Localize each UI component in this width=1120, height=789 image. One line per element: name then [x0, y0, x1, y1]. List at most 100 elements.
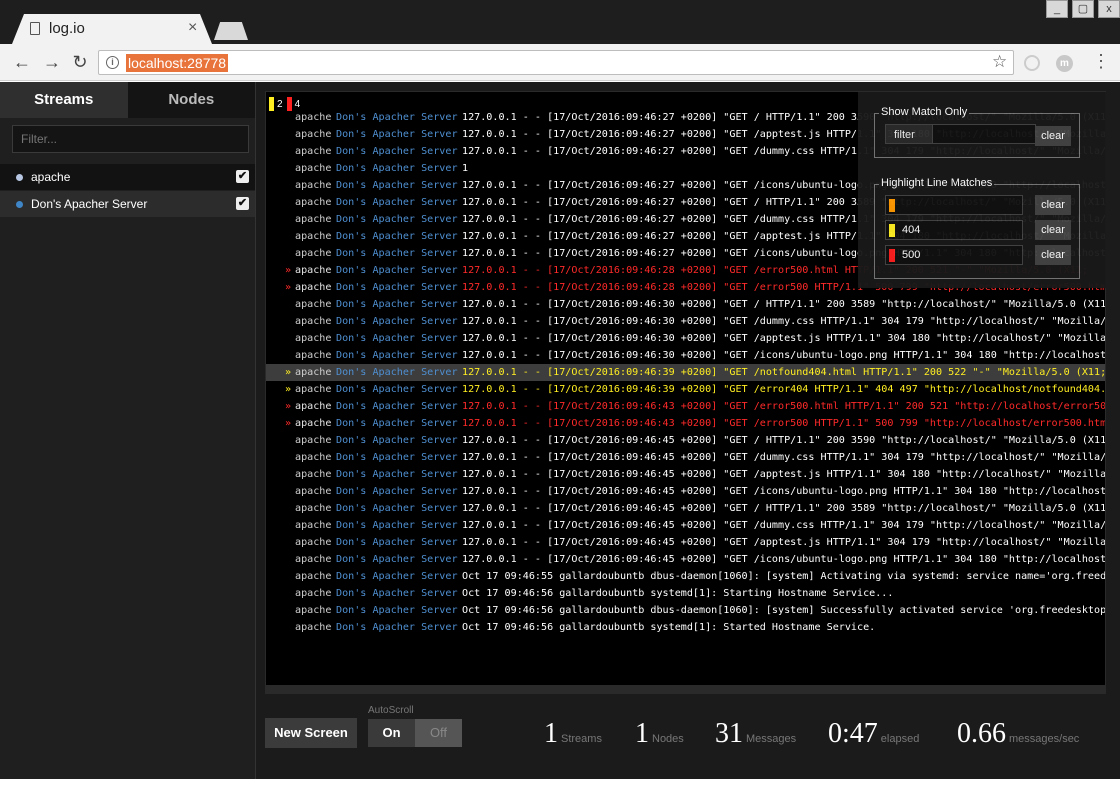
- address-bar[interactable]: i localhost:28778: [98, 50, 1014, 75]
- log-line-message: 127.0.0.1 - - [17/Oct/2016:09:46:30 +020…: [462, 333, 1106, 344]
- log-line-source: apache: [295, 384, 332, 395]
- back-arrow-icon[interactable]: ←: [12, 52, 32, 73]
- extension-icon[interactable]: [1024, 55, 1040, 71]
- highlight-clear-button-red[interactable]: clear: [1035, 245, 1071, 265]
- stat-value: 31: [715, 718, 743, 749]
- tab-close-icon[interactable]: ×: [188, 19, 197, 37]
- log-line-stream: Don's Apacher Server: [336, 333, 458, 344]
- log-line-stream: Don's Apacher Server: [336, 384, 458, 395]
- log-line-source: apache: [295, 520, 332, 531]
- red-swatch: [889, 249, 895, 262]
- autoscroll-toggle[interactable]: On Off: [368, 719, 462, 747]
- info-icon[interactable]: i: [106, 56, 119, 69]
- log-line-source: apache: [295, 112, 332, 123]
- highlight-clear-button-orange[interactable]: clear: [1035, 195, 1071, 215]
- log-line-message: 127.0.0.1 - - [17/Oct/2016:09:46:43 +020…: [462, 418, 1106, 429]
- log-line-stream: Don's Apacher Server: [336, 112, 458, 123]
- reload-icon[interactable]: ↻: [70, 52, 90, 73]
- log-line-stream: Don's Apacher Server: [336, 282, 458, 293]
- maximize-button[interactable]: ▢: [1072, 0, 1094, 18]
- browser-menu-icon[interactable]: ⋮: [1092, 51, 1110, 72]
- stream-item-dons-apacher-server[interactable]: Don's Apacher Server ✔: [0, 191, 255, 217]
- log-line-stream: Don's Apacher Server: [336, 588, 458, 599]
- log-line-marker: »: [285, 367, 292, 378]
- orange-swatch: [889, 199, 895, 212]
- stream-color-dot: [16, 174, 23, 181]
- log-line-source: apache: [295, 486, 332, 497]
- stat-label: Streams: [561, 733, 602, 745]
- browser-tab[interactable]: log.io ×: [12, 14, 212, 44]
- log-line-source: apache: [295, 367, 332, 378]
- log-line: apache Don's Apacher Server Oct 17 09:46:5…: [266, 585, 1105, 602]
- stat-value: 1: [635, 718, 649, 749]
- forward-arrow-icon[interactable]: →: [42, 52, 62, 73]
- log-line-message: 127.0.0.1 - - [17/Oct/2016:09:46:30 +020…: [462, 316, 1106, 327]
- red-match-count: 4: [294, 98, 301, 110]
- stream-filter-input[interactable]: [12, 125, 249, 153]
- log-controls-panel: Show Match Only filter clear Highlight L…: [858, 92, 1106, 288]
- log-line-message: 127.0.0.1 - - [17/Oct/2016:09:46:45 +020…: [462, 503, 1106, 514]
- autoscroll-off-button[interactable]: Off: [415, 719, 462, 747]
- stream-label: Don's Apacher Server: [31, 197, 148, 211]
- extension-m-icon[interactable]: m: [1056, 55, 1073, 72]
- sidebar-tabs: Streams Nodes: [0, 82, 255, 118]
- log-line-source: apache: [295, 231, 332, 242]
- log-line-source: apache: [295, 503, 332, 514]
- highlight-input-orange[interactable]: [885, 195, 1023, 215]
- log-line-source: apache: [295, 316, 332, 327]
- yellow-swatch: [889, 224, 895, 237]
- log-line-source: apache: [295, 418, 332, 429]
- match-filter-field[interactable]: filter: [885, 124, 1036, 144]
- log-line-message: 127.0.0.1 - - [17/Oct/2016:09:46:45 +020…: [462, 554, 1106, 565]
- log-line-message: 127.0.0.1 - - [17/Oct/2016:09:46:45 +020…: [462, 452, 1106, 463]
- log-line-message: 127.0.0.1 - - [17/Oct/2016:09:46:45 +020…: [462, 486, 1106, 497]
- tab-nodes[interactable]: Nodes: [127, 82, 255, 118]
- log-line-message: 127.0.0.1 - - [17/Oct/2016:09:46:45 +020…: [462, 537, 1106, 548]
- log-line: » apache Don's Apacher Server 127.0.0.1 - -…: [266, 364, 1105, 381]
- log-line-source: apache: [295, 299, 332, 310]
- stream-item-apache[interactable]: apache ✔: [0, 164, 255, 190]
- browser-toolbar: ← → ↻ i localhost:28778 ☆ m ⋮: [0, 44, 1120, 81]
- log-line: apache Don's Apacher Server 127.0.0.1 - - …: [266, 330, 1106, 347]
- stream-checkbox[interactable]: ✔: [236, 197, 249, 210]
- log-line: apache Don's Apacher Server 127.0.0.1 - - …: [266, 466, 1105, 483]
- log-line-stream: Don's Apacher Server: [336, 146, 458, 157]
- match-filter-input[interactable]: [932, 124, 1036, 144]
- bookmark-star-icon[interactable]: ☆: [992, 52, 1007, 72]
- url-text[interactable]: localhost:28778: [126, 54, 229, 72]
- logio-app: Streams Nodes apache ✔ Don's Apacher Ser…: [0, 82, 1120, 779]
- log-line-message: Oct 17 09:46:56 gallardoubuntb systemd[1…: [462, 622, 876, 633]
- log-line-stream: Don's Apacher Server: [336, 163, 458, 174]
- stat-value: 1: [544, 718, 558, 749]
- log-line-source: apache: [295, 452, 332, 463]
- log-line: apache Don's Apacher Server Oct 17 09:46:5…: [266, 619, 1105, 636]
- log-line-stream: Don's Apacher Server: [336, 605, 458, 616]
- log-line-source: apache: [295, 163, 332, 174]
- log-line-stream: Don's Apacher Server: [336, 367, 458, 378]
- log-line-marker: »: [285, 265, 292, 276]
- stat-rate: 0.66 messages/sec: [957, 718, 1079, 750]
- log-line-stream: Don's Apacher Server: [336, 214, 458, 225]
- stream-checkbox[interactable]: ✔: [236, 170, 249, 183]
- log-line-source: apache: [295, 622, 332, 633]
- log-line-source: apache: [295, 129, 332, 140]
- new-tab-button[interactable]: [214, 22, 248, 40]
- new-screen-button[interactable]: New Screen: [265, 718, 357, 748]
- window-close-button[interactable]: x: [1098, 0, 1120, 18]
- horizontal-scrollbar[interactable]: [265, 685, 1106, 693]
- log-line-stream: Don's Apacher Server: [336, 401, 458, 412]
- log-line-source: apache: [295, 333, 332, 344]
- log-line-stream: Don's Apacher Server: [336, 537, 458, 548]
- autoscroll-on-button[interactable]: On: [368, 719, 415, 747]
- log-line-message: 127.0.0.1 - - [17/Oct/2016:09:46:39 +020…: [462, 384, 1106, 395]
- highlight-input-red[interactable]: 500: [885, 245, 1023, 265]
- log-line-message: 127.0.0.1 - - [17/Oct/2016:09:46:45 +020…: [462, 520, 1106, 531]
- highlight-clear-button-yellow[interactable]: clear: [1035, 220, 1071, 240]
- minimize-button[interactable]: _: [1046, 0, 1068, 18]
- highlight-input-yellow[interactable]: 404: [885, 220, 1023, 240]
- log-line: apache Don's Apacher Server 127.0.0.1 - - …: [266, 517, 1106, 534]
- tab-streams[interactable]: Streams: [0, 82, 128, 118]
- log-line: » apache Don's Apacher Server 127.0.0.1 - -…: [266, 381, 1106, 398]
- log-line-stream: Don's Apacher Server: [336, 622, 458, 633]
- match-filter-clear-button[interactable]: clear: [1035, 126, 1071, 146]
